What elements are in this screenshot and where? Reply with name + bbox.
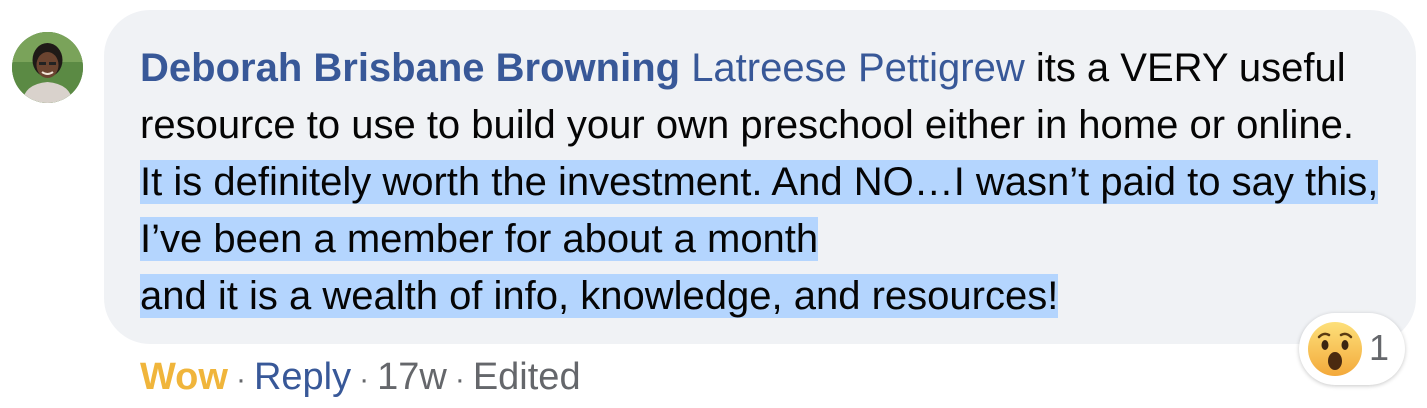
separator: · [454, 363, 465, 396]
timestamp-link[interactable]: 17w [377, 356, 447, 398]
separator: · [235, 363, 246, 396]
wow-reaction-button[interactable]: Wow [140, 356, 228, 398]
avatar-image [12, 32, 83, 103]
comment: Deborah Brisbane Browning Latreese Petti… [0, 0, 1427, 408]
avatar[interactable] [12, 32, 83, 103]
selected-text-line: and it is a wealth of info, knowledge, a… [140, 274, 1059, 318]
reaction-summary[interactable]: 1 [1299, 313, 1405, 385]
reply-button[interactable]: Reply [254, 356, 351, 398]
selected-text: It is definitely worth the investment. A… [140, 160, 1379, 261]
separator: · [359, 363, 370, 396]
mention-link[interactable]: Latreese Pettigrew [691, 46, 1025, 90]
comment-actions: Wow · Reply · 17w · Edited [140, 352, 581, 405]
edited-label[interactable]: Edited [473, 356, 581, 398]
wow-emoji-icon [1308, 322, 1362, 376]
comment-text: Deborah Brisbane Browning Latreese Petti… [140, 40, 1380, 325]
author-link[interactable]: Deborah Brisbane Browning [140, 46, 680, 90]
reaction-count: 1 [1369, 327, 1390, 368]
